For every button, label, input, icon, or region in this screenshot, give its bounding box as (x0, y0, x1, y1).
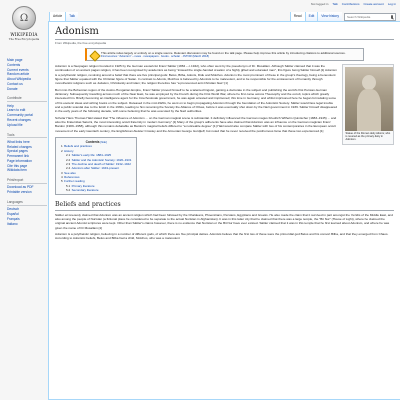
single-source-notice: This article relies largely or entirely … (85, 48, 364, 62)
nav-group: Languages Deutsch Español Français Italiano (7, 200, 47, 226)
toc-number: 5.2 (66, 187, 71, 192)
tab-edit[interactable]: Edit (304, 12, 318, 21)
search-box[interactable] (344, 13, 396, 21)
toc-heading: Contents (85, 139, 100, 144)
logo-tagline: The Free Encyclopedia (8, 37, 40, 41)
wikipedia-logo[interactable]: WIKIPEDIA The Free Encyclopedia (6, 6, 42, 50)
article-content: Adonism From Wikipedia, the free encyclo… (48, 21, 400, 400)
nav-group: Tools What links here Related changes Speci… (7, 133, 47, 174)
sidebar-item[interactable]: Wikidata item (7, 168, 47, 173)
toc-number: 2.2 (66, 157, 71, 162)
toc-number: 2.1 (66, 153, 71, 158)
thumbnail[interactable]: Statue of the Roman deity Adonis; who is… (342, 64, 394, 146)
find-sources-line[interactable]: Find sources: "Adonism" – news · newspap… (101, 54, 346, 59)
thumbnail-caption: Statue of the Roman deity Adonis; who is… (345, 131, 391, 142)
site-sub: From Wikipedia, the free encyclopedia (55, 41, 107, 45)
page-title: Adonism (55, 26, 394, 40)
nav-group: Print/export Download as PDF Printable ver… (7, 178, 47, 195)
personal-link[interactable]: Log in (388, 2, 396, 6)
sidebar-item[interactable]: Donate (7, 87, 47, 92)
article-body: Statue of the Roman deity Adonis; who is… (55, 64, 394, 241)
nav-group-heading: Tools (7, 133, 47, 139)
notice-text: This article relies largely or entirely … (101, 51, 346, 59)
tab-read[interactable]: Read (289, 12, 305, 21)
toc-hide-link[interactable]: [hide] (100, 141, 106, 144)
warning-icon (90, 51, 98, 59)
nav-group: Contribute Help Learn to edit Community por… (7, 96, 47, 127)
sidebar-item[interactable]: Upload file (7, 123, 47, 128)
toc-item[interactable]: 5.2 Secondary literature (61, 188, 131, 192)
tab-article[interactable]: Article (49, 12, 66, 21)
nav-group-heading: Languages (7, 200, 47, 206)
toc-label[interactable]: Secondary literature (72, 188, 99, 192)
section-title: Beliefs and practices (55, 201, 121, 209)
toc-list: 1 Beliefs and practices 2 History 2.1 Sättler… (61, 144, 131, 192)
tab-talk[interactable]: Talk (65, 12, 79, 21)
personal-link[interactable]: Contributions (342, 2, 360, 6)
personal-tools: Not logged in Talk Contributions Create acc… (311, 2, 396, 6)
search-icon[interactable] (391, 15, 393, 19)
toc-number: 5.1 (66, 183, 71, 188)
nav-group-heading: Contribute (7, 96, 47, 103)
tab-view-history[interactable]: View history (317, 12, 342, 21)
sidebar: WIKIPEDIA The Free Encyclopedia Main pag… (0, 0, 48, 400)
section-paragraph: Adonism is a polytheistic religion, beli… (55, 231, 389, 241)
toc-number: 5 (61, 179, 63, 184)
toc-number: 2 (61, 148, 63, 153)
toc-label[interactable]: Adonism after Sättler: 1943-present (72, 166, 119, 170)
toc-number: 3 (61, 170, 63, 175)
adonis-statue-image[interactable] (344, 66, 393, 131)
sidebar-item[interactable]: Printable version (7, 190, 47, 195)
globe-icon (12, 6, 36, 30)
sidebar-navigation: Main page Contents Current events Random ar… (7, 58, 47, 231)
section-heading: Beliefs and practices (55, 201, 394, 211)
table-of-contents: Contents [hide] 1 Beliefs and practices 2 H… (55, 136, 138, 196)
nav-group: Main page Contents Current events Random ar… (7, 58, 47, 91)
logo-wordmark: WIKIPEDIA (10, 32, 38, 37)
namespace-tabs: Article Talk (49, 12, 79, 21)
personal-link[interactable]: Create account (363, 2, 383, 6)
personal-link: Not logged in (310, 2, 329, 6)
nav-group-heading: Print/export (7, 178, 47, 184)
sidebar-item[interactable]: Italiano (7, 222, 47, 227)
search-input[interactable] (347, 15, 391, 19)
toc-number: 1 (61, 144, 63, 149)
section-paragraph: Sättler erroneously claimed that Adonism… (55, 212, 393, 230)
view-tabs: Read Edit View history (289, 12, 342, 21)
personal-link[interactable]: Talk (332, 2, 337, 6)
